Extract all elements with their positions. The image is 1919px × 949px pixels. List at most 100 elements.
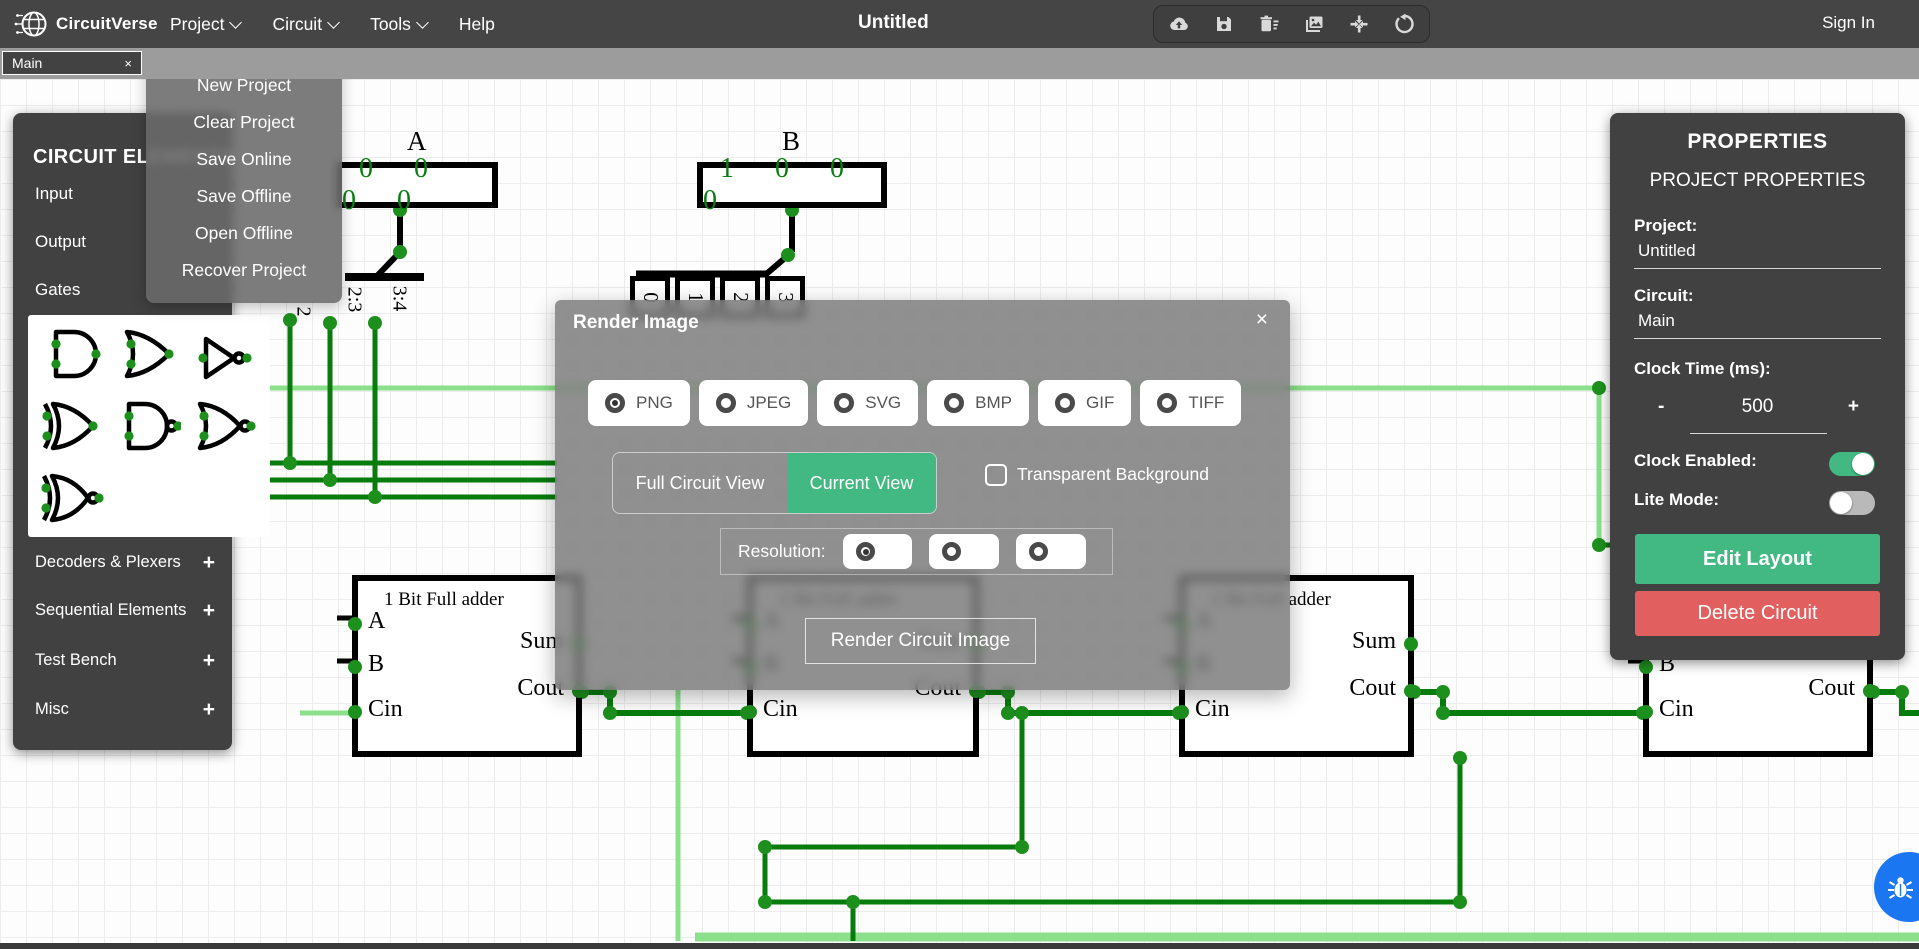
clock-time-value[interactable]: 500 [1610,396,1905,418]
port-node[interactable] [1639,705,1653,719]
port-node[interactable] [348,660,362,674]
delete-circuit-button[interactable]: Delete Circuit [1635,591,1880,636]
port-label-sum: Sum [1352,628,1396,655]
edit-layout-button[interactable]: Edit Layout [1635,534,1880,584]
render-circuit-image-button[interactable]: Render Circuit Image [805,618,1036,664]
toggle-switch-off[interactable] [1829,491,1875,515]
not-gate-icon[interactable] [190,329,256,392]
restore-icon[interactable] [1393,13,1415,35]
resolution-option-label: 2x [969,543,986,561]
format-option-png[interactable]: PNG [588,380,690,426]
toggle-switch-on[interactable] [1829,452,1875,476]
format-option-jpeg[interactable]: JPEG [699,380,808,426]
sidebar-item-output[interactable]: Output [35,232,86,252]
menu-item-recover-project[interactable]: Recover Project [146,252,342,289]
full-adder-1[interactable]: 1 Bit Full adderABCinSumCout [352,575,582,757]
gates-grid [28,315,270,537]
project-title[interactable]: Untitled [858,12,929,34]
toggle-knob [1852,453,1874,475]
properties-subtitle: PROJECT PROPERTIES [1610,170,1905,192]
and-gate-icon[interactable] [40,325,106,388]
cloud-upload-icon[interactable] [1168,13,1190,35]
radio-icon [856,542,875,561]
render-image-dialog: Render Image × PNG JPEG SVG BMP GIF TIFF Full… [555,300,1290,690]
format-option-bmp[interactable]: BMP [927,380,1029,426]
property-label: Project: [1634,216,1697,236]
tab-main-label: Main [12,55,42,71]
format-label: JPEG [747,393,791,413]
property-value-input[interactable]: Main [1638,311,1675,331]
port-node[interactable] [1404,684,1418,698]
format-option-tiff[interactable]: TIFF [1140,380,1241,426]
menu-label: Tools [370,14,411,35]
menu-label: Circuit [272,14,322,35]
menu-item-open-offline[interactable]: Open Offline [146,215,342,252]
format-option-gif[interactable]: GIF [1038,380,1131,426]
resolution-option-4x[interactable]: 4x [1016,534,1086,569]
port-node[interactable] [1404,637,1418,651]
sidebar-item-label: Misc [35,700,69,719]
port-node[interactable] [1863,684,1877,698]
clock-time-stepper: - 500 + [1610,396,1905,420]
expand-plus-icon[interactable]: + [203,599,215,623]
dialog-close-icon[interactable]: × [1256,308,1268,332]
circuitverse-logo-icon[interactable] [14,5,52,43]
properties-title: PROPERTIES [1610,130,1905,154]
port-label-cout: Cout [1808,675,1855,702]
resolution-option-1x[interactable]: 1x [843,534,913,569]
format-label: TIFF [1188,393,1224,413]
port-node[interactable] [348,705,362,719]
format-label: BMP [975,393,1012,413]
expand-plus-icon[interactable]: + [203,698,215,722]
expand-plus-icon[interactable]: + [203,649,215,673]
transparent-background-checkbox[interactable] [985,464,1007,486]
menu-circuit[interactable]: Circuit [272,14,338,35]
radio-icon [716,393,736,413]
property-label: Circuit: [1634,286,1694,306]
radio-icon [834,393,854,413]
toggle-label: Clock Enabled: [1634,451,1757,471]
port-node[interactable] [348,617,362,631]
sign-in-link[interactable]: Sign In [1822,13,1875,33]
sidebar-item-gates[interactable]: Gates [35,280,80,300]
menu-tools[interactable]: Tools [370,14,427,35]
clock-increment-button[interactable]: + [1848,396,1859,418]
clear-icon[interactable] [1258,13,1280,35]
sidebar-item-label: Sequential Elements [35,601,186,620]
tab-close-icon[interactable]: × [124,56,132,71]
format-option-svg[interactable]: SVG [817,380,918,426]
property-value-input[interactable]: Untitled [1638,241,1696,261]
input-a-bits[interactable]: 0 0 0 0 [336,162,498,208]
sidebar-item-input[interactable]: Input [35,184,73,204]
resolution-section: Resolution: 1x2x4x [720,528,1113,575]
menu-item-save-online[interactable]: Save Online [146,141,342,178]
menu-item-save-offline[interactable]: Save Offline [146,178,342,215]
port-node[interactable] [1639,660,1653,674]
resolution-option-2x[interactable]: 2x [929,534,999,569]
radio-icon [1055,393,1075,413]
input-b-bits[interactable]: 1 0 0 0 [697,162,887,208]
or-gate-icon[interactable] [115,325,181,388]
view-button-current-view[interactable]: Current View [787,453,936,513]
radio-icon [1157,393,1177,413]
save-icon[interactable] [1213,13,1235,35]
format-label: PNG [636,393,673,413]
port-node[interactable] [1175,705,1189,719]
menu-item-clear-project[interactable]: Clear Project [146,104,342,141]
menu-help[interactable]: Help [459,14,495,35]
chevron-down-icon [327,16,340,29]
resolution-option-label: 4x [1056,543,1073,561]
port-node[interactable] [743,705,757,719]
view-button-full-circuit-view[interactable]: Full Circuit View [613,453,787,513]
nand-gate-icon[interactable] [115,397,181,460]
fit-screen-icon[interactable] [1348,13,1370,35]
expand-plus-icon[interactable]: + [203,551,215,575]
xor-gate-icon[interactable] [38,397,104,460]
navbar: CircuitVerse ProjectCircuitToolsHelp Unt… [0,0,1919,48]
dialog-title: Render Image [573,312,699,334]
tab-main[interactable]: Main × [2,51,142,75]
xnor-gate-icon[interactable] [38,469,104,532]
nor-gate-icon[interactable] [190,397,256,460]
menu-project[interactable]: Project [170,14,240,35]
image-export-icon[interactable] [1303,13,1325,35]
